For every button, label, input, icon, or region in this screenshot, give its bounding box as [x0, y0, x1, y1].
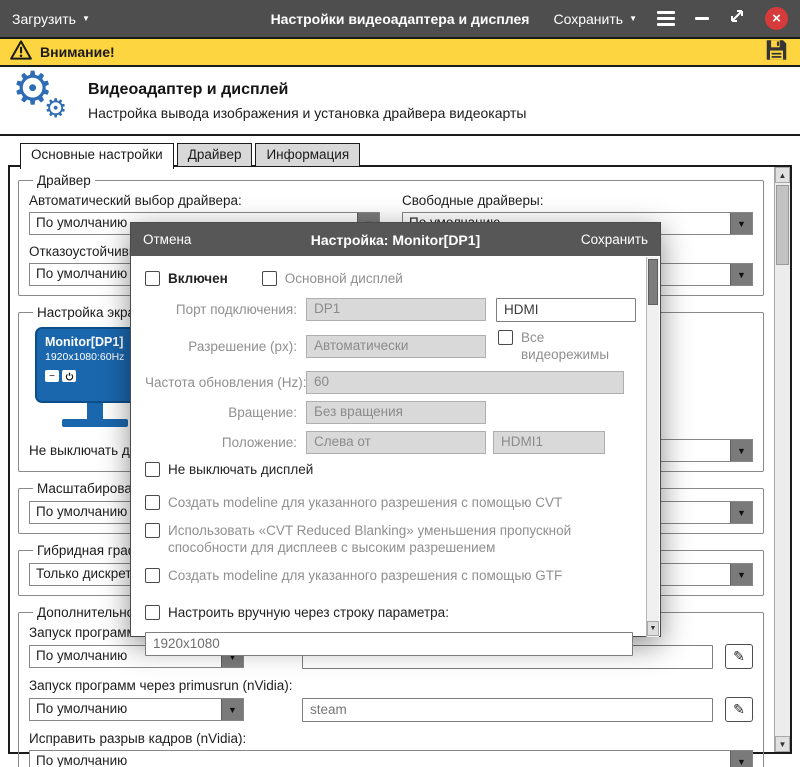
app-window: Загрузить ▼ Настройки видеоадаптера и ди… [0, 0, 800, 767]
titlebar: Загрузить ▼ Настройки видеоадаптера и ди… [0, 0, 800, 37]
warning-icon [10, 40, 32, 65]
resolution-field: Автоматически [306, 335, 486, 358]
gears-icon: ⚙⚙ [12, 73, 74, 129]
monitor-base [62, 419, 128, 427]
expand-button[interactable] [729, 8, 745, 29]
modal-body: Включен Основной дисплей Порт подключени… [131, 256, 660, 636]
tab-driver[interactable]: Драйвер [177, 143, 253, 167]
scrollbar-thumb[interactable] [776, 185, 789, 265]
save-menu-button[interactable]: Сохранить ▼ [554, 11, 638, 27]
scroll-down-button[interactable]: ▼ [775, 736, 790, 752]
main-scrollbar[interactable]: ▲ ▼ [774, 167, 790, 752]
auto-driver-label: Автоматический выбор драйвера: [29, 193, 380, 208]
page-title: Видеоадаптер и дисплей [88, 81, 526, 99]
save-menu-label: Сохранить [554, 11, 624, 27]
dropdown-arrow-icon[interactable]: ▼ [730, 502, 752, 523]
floppy-icon [763, 37, 790, 63]
dropdown-arrow-icon[interactable]: ▼ [730, 751, 752, 767]
monitor-mode: 1920x1080:60Hz [45, 351, 142, 363]
dropdown-arrow-icon[interactable]: ▼ [221, 699, 243, 720]
caret-down-icon: ▼ [82, 15, 90, 23]
port-custom-input[interactable] [496, 298, 636, 322]
manual-checkbox-row[interactable]: Настроить вручную через строку параметра… [145, 604, 449, 622]
scroll-up-button[interactable]: ▲ [775, 167, 790, 183]
driver-group-legend: Драйвер [33, 173, 95, 188]
tab-information[interactable]: Информация [255, 143, 360, 167]
primusrun-label: Запуск программ через primusrun (nVidia)… [29, 678, 753, 693]
page-header: ⚙⚙ Видеоадаптер и дисплей Настройка выво… [0, 67, 800, 136]
tab-bar: Основные настройки Драйвер Информация [20, 143, 360, 169]
monitor-stand [87, 403, 103, 419]
tab-main-settings[interactable]: Основные настройки [20, 143, 174, 169]
primusrun-edit-button[interactable]: ✎ [725, 697, 753, 722]
caret-down-icon: ▼ [629, 15, 637, 23]
menu-icon[interactable] [657, 11, 675, 26]
close-button[interactable]: × [765, 7, 788, 30]
optirun-edit-button[interactable]: ✎ [725, 644, 753, 669]
dpms-checkbox-row[interactable]: Не выключать дисплей [145, 461, 313, 479]
warning-bar: Внимание! [0, 37, 800, 67]
cvt-rb-checkbox[interactable] [145, 523, 160, 538]
pencil-icon: ✎ [733, 648, 745, 665]
monitor-name: Monitor[DP1] [45, 335, 142, 349]
pencil-icon: ✎ [733, 701, 745, 718]
page-subtitle: Настройка вывода изображения и установка… [88, 105, 526, 121]
rotation-field: Без вращения [306, 401, 486, 424]
extra-group-legend: Дополнительно [33, 605, 138, 620]
primary-display-checkbox-row[interactable]: Основной дисплей [262, 270, 403, 288]
modal-cancel-button[interactable]: Отмена [143, 232, 191, 247]
tearfree-select[interactable]: По умолчанию ▼ [29, 750, 753, 767]
refresh-field: 60 [306, 371, 624, 394]
expand-icon [729, 8, 745, 24]
primusrun-select[interactable]: По умолчанию ▼ [29, 698, 244, 721]
gtf-checkbox[interactable] [145, 568, 160, 583]
position-label: Положение: [145, 435, 297, 450]
modal-header: Отмена Настройка: Monitor[DP1] Сохранить [131, 223, 660, 256]
primusrun-command-input[interactable] [302, 698, 713, 722]
all-modes-checkbox[interactable] [498, 330, 513, 345]
dpms-checkbox[interactable] [145, 462, 160, 477]
manual-checkbox[interactable] [145, 605, 160, 620]
dropdown-arrow-icon[interactable]: ▼ [730, 564, 752, 585]
monitor-settings-dialog: Отмена Настройка: Monitor[DP1] Сохранить… [130, 222, 661, 637]
manual-modeline-input[interactable] [145, 632, 633, 656]
save-disk-button[interactable] [763, 37, 790, 68]
monitor-minus-button[interactable]: − [45, 370, 59, 382]
dropdown-arrow-icon[interactable]: ▼ [730, 213, 752, 234]
modal-scrollbar-thumb[interactable] [648, 259, 658, 305]
cvt-checkbox[interactable] [145, 495, 160, 510]
port-label: Порт подключения: [145, 302, 297, 317]
tearfree-label: Исправить разрыв кадров (nVidia): [29, 731, 753, 746]
rotation-label: Вращение: [145, 405, 297, 420]
free-drivers-label: Свободные драйверы: [402, 193, 753, 208]
cvt-rb-checkbox-row[interactable]: Использовать «CVT Reduced Blanking» умен… [145, 522, 630, 557]
resolution-label: Разрешение (px): [145, 339, 297, 354]
enabled-checkbox[interactable] [145, 271, 160, 286]
modal-scroll-down-button[interactable]: ▼ [647, 621, 659, 636]
position-field: Слева от [306, 431, 486, 454]
cvt-checkbox-row[interactable]: Создать modeline для указанного разрешен… [145, 494, 562, 512]
refresh-label: Частота обновления (Hz): [145, 375, 297, 390]
dropdown-arrow-icon[interactable]: ▼ [730, 440, 752, 461]
load-menu-button[interactable]: Загрузить ▼ [12, 11, 90, 27]
enabled-checkbox-row[interactable]: Включен [145, 270, 228, 288]
power-icon [65, 372, 74, 381]
primary-display-checkbox[interactable] [262, 271, 277, 286]
port-field: DP1 [306, 298, 486, 321]
all-modes-checkbox-row[interactable]: Все видеорежимы [498, 329, 634, 364]
position-ref-field: HDMI1 [493, 431, 605, 454]
load-menu-label: Загрузить [12, 11, 76, 27]
monitor-power-button[interactable] [62, 370, 76, 382]
gtf-checkbox-row[interactable]: Создать modeline для указанного разрешен… [145, 567, 562, 585]
minimize-button[interactable] [695, 17, 709, 20]
modal-scrollbar[interactable]: ▼ [646, 257, 659, 637]
warning-text: Внимание! [40, 44, 115, 60]
modal-save-button[interactable]: Сохранить [581, 232, 648, 247]
dropdown-arrow-icon[interactable]: ▼ [730, 264, 752, 285]
